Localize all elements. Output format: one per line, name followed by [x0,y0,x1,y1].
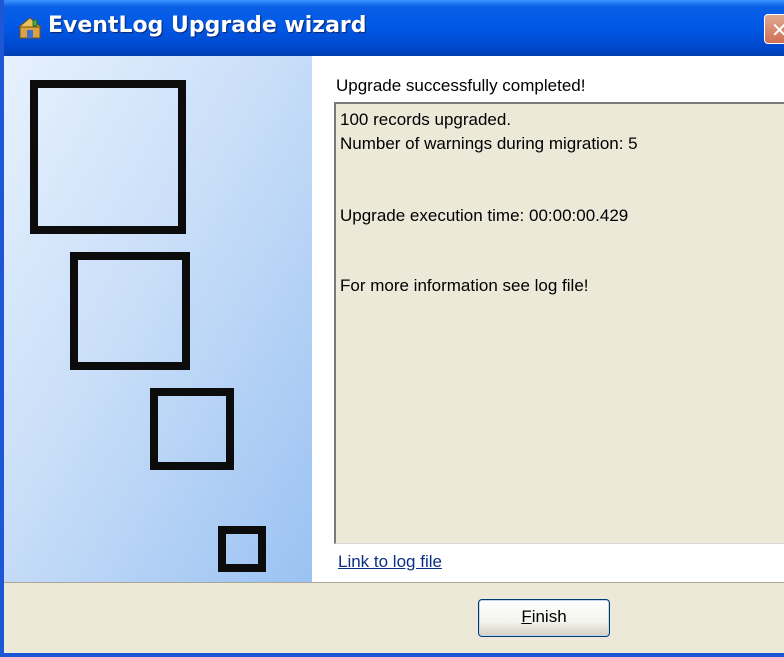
log-line-more-info: For more information see log file! [340,276,589,295]
log-file-link[interactable]: Link to log file [338,552,442,572]
log-output-box[interactable]: 100 records upgraded. Number of warnings… [334,102,784,544]
finish-label: inish [531,607,567,626]
close-icon: ✕ [771,18,784,42]
upgrade-wizard-icon [18,17,42,39]
results-panel: Upgrade successfully completed! 100 reco… [312,56,784,582]
decorative-square-small [150,388,234,470]
log-line-execution-time: Upgrade execution time: 00:00:00.429 [340,206,629,225]
log-line-warnings: Number of warnings during migration: 5 [340,134,638,153]
log-line-records: 100 records upgraded. [340,110,512,129]
button-bar: Finish [4,582,784,653]
wizard-side-banner [4,56,312,582]
finish-mnemonic: F [521,607,532,626]
finish-button[interactable]: Finish [478,599,610,637]
wizard-window: EventLog Upgrade wizard ✕ Upgrade succes… [0,0,784,657]
title-bar[interactable]: EventLog Upgrade wizard ✕ [4,0,784,56]
decorative-square-medium [70,252,190,370]
window-title: EventLog Upgrade wizard [48,13,367,38]
status-heading: Upgrade successfully completed! [336,76,586,95]
decorative-square-large [30,80,186,234]
close-button[interactable]: ✕ [764,14,784,44]
decorative-square-tiny [218,526,266,572]
